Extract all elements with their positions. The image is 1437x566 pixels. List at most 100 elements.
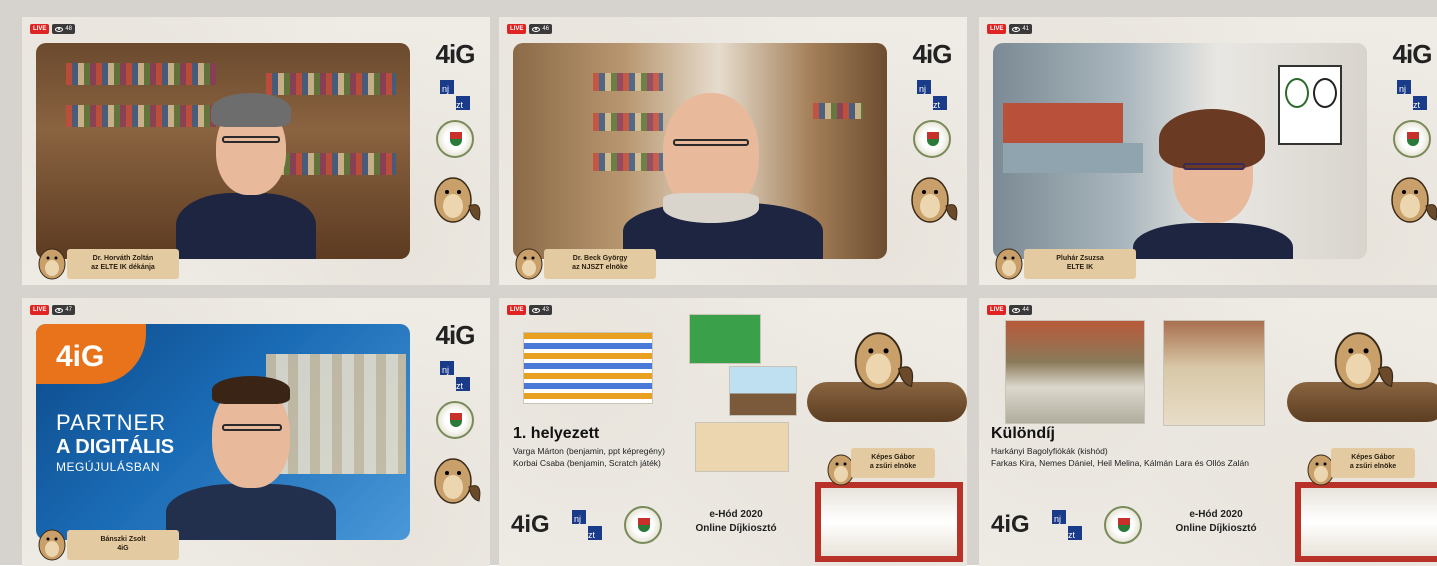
name-caption: Bánszki Zsolt 4iG (67, 530, 179, 560)
sponsor-logos: 4iG nj zt (905, 39, 959, 226)
eye-icon (1012, 307, 1021, 313)
elte-seal-icon (436, 120, 474, 158)
svg-text:zt: zt (1068, 530, 1076, 540)
winner-line: Farkas Kira, Nemes Dániel, Heil Melina, … (991, 458, 1249, 468)
viewer-count: 44 (1009, 305, 1033, 315)
winner-line: Varga Márton (benjamin, ppt képregény) (513, 446, 665, 456)
svg-text:zt: zt (456, 100, 464, 110)
jury-video (821, 488, 957, 556)
beaver-mascot-icon (1391, 177, 1437, 223)
eye-icon (55, 26, 64, 32)
viewer-count: 46 (529, 24, 553, 34)
elte-seal-icon (1393, 120, 1431, 158)
award-slide-tile[interactable]: LIVE 44 Különdíj Harkányi Bagolyfiókák (… (979, 298, 1437, 566)
eye-icon (532, 26, 541, 32)
njszt-logo: njzt (571, 510, 602, 540)
stream-badge: LIVE 47 (30, 305, 76, 315)
svg-text:nj: nj (919, 84, 926, 94)
svg-text:zt: zt (456, 381, 464, 391)
eye-icon (532, 307, 541, 313)
jury-video-frame (815, 482, 963, 562)
4ig-logo: 4iG (435, 39, 476, 69)
participant-video: 4iG PARTNER A DIGITÁLIS MEGÚJULÁSBAN (36, 324, 410, 540)
elte-seal-icon (623, 506, 662, 544)
stream-badge: LIVE 43 (507, 305, 553, 315)
winner-line: Harkányi Bagolyfiókák (kishód) (991, 446, 1108, 456)
4ig-logo: 4iG (912, 39, 953, 69)
winner-line: Korbai Csaba (benjamin, Scratch játék) (513, 458, 661, 468)
svg-text:zt: zt (588, 530, 596, 540)
live-badge: LIVE (30, 305, 50, 315)
participant-tile[interactable]: LIVE 46 Dr. Beck György az NJSZT elnöke 4… (499, 17, 967, 285)
njszt-logo: njzt (1051, 510, 1082, 540)
elte-seal-icon (436, 401, 474, 439)
beaver-mascot-icon (854, 332, 914, 390)
promo-line-1: PARTNER (56, 410, 167, 435)
comic-panel (729, 366, 797, 416)
jury-video (1301, 488, 1437, 556)
svg-text:zt: zt (933, 100, 941, 110)
4ig-logo: 4iG (1392, 39, 1433, 69)
event-caption: e-Hód 2020 Online Díjkiosztó (695, 509, 777, 534)
njszt-logo: njzt (1397, 80, 1427, 110)
participant-video (513, 43, 887, 259)
svg-text:zt: zt (1413, 100, 1421, 110)
name-caption: Dr. Beck György az NJSZT elnöke (544, 249, 656, 279)
eye-icon (1012, 26, 1021, 32)
eye-icon (55, 307, 64, 313)
project-photo (1163, 320, 1265, 426)
beaver-mascot-icon (1334, 332, 1394, 390)
stream-badge: LIVE 46 (507, 24, 553, 34)
svg-text:nj: nj (1399, 84, 1406, 94)
stream-badge: LIVE 41 (987, 24, 1033, 34)
comic-panel (695, 422, 789, 472)
live-badge: LIVE (987, 24, 1007, 34)
svg-text:nj: nj (442, 84, 449, 94)
project-photo (1005, 320, 1145, 424)
footer-logos: 4iG nj zt (511, 506, 662, 544)
njszt-logo: njzt (917, 80, 947, 110)
live-badge: LIVE (507, 305, 527, 315)
award-slide-tile[interactable]: LIVE 43 1. helyezett Varga Márton (benja… (499, 298, 967, 566)
beaver-mascot-icon (995, 248, 1023, 280)
stream-badge: LIVE 48 (30, 24, 76, 34)
footer-logos: 4iG nj zt (991, 506, 1142, 544)
jury-video-frame (1295, 482, 1437, 562)
viewer-count: 43 (529, 305, 553, 315)
elte-seal-icon (913, 120, 951, 158)
sponsor-logos: 4iG nj zt (428, 320, 482, 507)
live-badge: LIVE (507, 24, 527, 34)
name-caption: Dr. Horváth Zoltán az ELTE IK dékánja (67, 249, 179, 279)
beaver-mascot-icon (434, 458, 481, 504)
jury-caption: Képes Gábor a zsűri elnöke (1331, 448, 1415, 478)
njszt-logo: njzt (440, 361, 470, 391)
viewer-count: 41 (1009, 24, 1033, 34)
elte-seal-icon (1103, 506, 1142, 544)
live-badge: LIVE (30, 24, 50, 34)
sponsor-logos: 4iG nj zt (428, 39, 482, 226)
participant-tile[interactable]: LIVE 48 Dr. Horváth Zoltán az ELTE IK dék… (22, 17, 490, 285)
promo-brand: 4iG (56, 340, 105, 373)
beaver-mascot-icon (911, 177, 958, 223)
comic-panel (689, 314, 761, 364)
svg-text:nj: nj (574, 514, 581, 524)
jury-caption: Képes Gábor a zsűri elnöke (851, 448, 935, 478)
beaver-mascot-icon (515, 248, 543, 280)
award-title: 1. helyezett (513, 425, 600, 442)
svg-text:nj: nj (442, 365, 449, 375)
participant-tile[interactable]: LIVE 47 4iG PARTNER A DIGITÁLIS MEGÚJULÁ… (22, 298, 490, 566)
live-badge: LIVE (987, 305, 1007, 315)
beaver-mascot-icon (38, 529, 66, 561)
svg-text:nj: nj (1054, 514, 1061, 524)
promo-line-2: A DIGITÁLIS (56, 436, 175, 458)
4ig-logo: 4iG (435, 320, 476, 350)
participant-video (36, 43, 410, 259)
viewer-count: 48 (52, 24, 76, 34)
4ig-logo: 4iG (511, 511, 550, 538)
participant-video (993, 43, 1367, 259)
beaver-mascot-icon (434, 177, 481, 223)
event-caption: e-Hód 2020 Online Díjkiosztó (1175, 509, 1257, 534)
participant-tile[interactable]: LIVE 41 Pluhár Zsuzsa ELTE IK 4iG nj zt (979, 17, 1437, 285)
stream-badge: LIVE 44 (987, 305, 1033, 315)
beaver-mascot-icon (38, 248, 66, 280)
